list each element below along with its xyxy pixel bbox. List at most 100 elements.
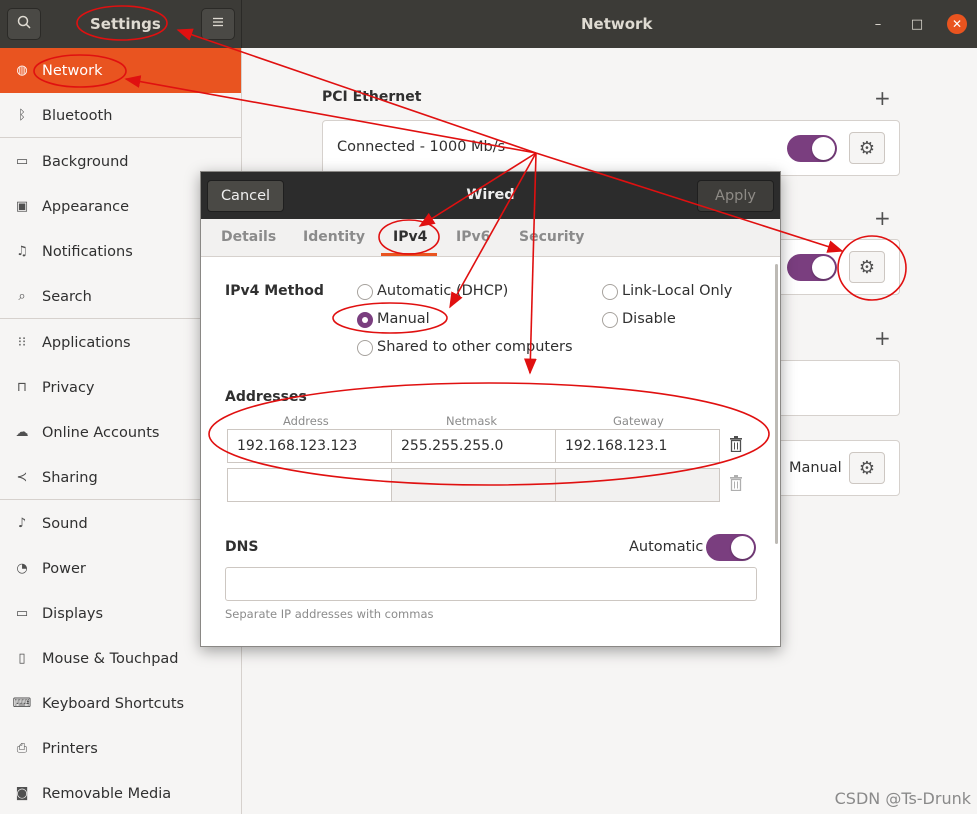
tab-security[interactable]: Security xyxy=(519,229,584,245)
gateway-field-empty[interactable] xyxy=(555,468,720,502)
dialog-scrollbar[interactable] xyxy=(775,264,778,544)
address-column-header: Address xyxy=(283,414,329,428)
printer-icon: ⎙ xyxy=(16,741,28,756)
add-vpn-button[interactable]: + xyxy=(874,206,891,230)
dns-hint: Separate IP addresses with commas xyxy=(225,607,434,621)
dns-automatic-toggle[interactable] xyxy=(706,534,756,561)
gateway-field[interactable]: 192.168.123.1 xyxy=(555,429,720,463)
wired-connection-card: Connected - 1000 Mb/s ⚙ xyxy=(322,120,900,176)
watermark: CSDN @Ts-Drunk xyxy=(834,789,971,808)
active-tab-indicator xyxy=(381,253,437,256)
sidebar-item-label: Applications xyxy=(42,334,131,351)
add-ethernet-button[interactable]: + xyxy=(874,86,891,110)
sidebar-item-label: Notifications xyxy=(42,243,133,260)
method-link-local-label[interactable]: Link-Local Only xyxy=(622,283,732,299)
dns-automatic-label: Automatic xyxy=(629,539,704,555)
sidebar-item-label: Mouse & Touchpad xyxy=(42,650,179,667)
tab-ipv4[interactable]: IPv4 xyxy=(393,229,427,245)
dialog-header: Cancel Wired Apply xyxy=(201,172,780,219)
netmask-field[interactable]: 255.255.255.0 xyxy=(391,429,556,463)
power-icon: ◔ xyxy=(16,561,28,576)
sidebar-item-label: Bluetooth xyxy=(42,107,113,124)
sidebar-item-label: Displays xyxy=(42,605,104,622)
sidebar-item-label: Power xyxy=(42,560,86,577)
delete-address-button[interactable] xyxy=(720,429,752,463)
sidebar-item-label: Search xyxy=(42,288,92,305)
method-link-local-radio[interactable] xyxy=(602,284,618,300)
method-manual-radio[interactable] xyxy=(357,312,373,328)
maximize-button[interactable]: □ xyxy=(907,14,927,34)
sidebar-item-label: Sound xyxy=(42,515,88,532)
sidebar-header: Settings xyxy=(0,0,242,48)
sidebar-item-label: Sharing xyxy=(42,469,98,486)
addresses-label: Addresses xyxy=(225,389,307,405)
method-shared-radio[interactable] xyxy=(357,340,373,356)
hamburger-menu-icon xyxy=(212,16,224,32)
wired-settings-button[interactable]: ⚙ xyxy=(849,132,885,164)
plus-icon: + xyxy=(874,206,891,230)
sidebar-item-printers[interactable]: ⎙ Printers xyxy=(0,726,241,771)
proxy-settings-button[interactable]: ⚙ xyxy=(849,452,885,484)
sidebar-item-label: Keyboard Shortcuts xyxy=(42,695,185,712)
keyboard-icon: ⌨ xyxy=(12,696,32,711)
close-button[interactable]: ✕ xyxy=(947,14,967,34)
method-disable-label[interactable]: Disable xyxy=(622,311,676,327)
music-note-icon: ♪ xyxy=(17,516,27,531)
address-field-empty[interactable] xyxy=(227,468,392,502)
cloud-icon: ☁ xyxy=(15,425,29,440)
sidebar-item-keyboard-shortcuts[interactable]: ⌨ Keyboard Shortcuts xyxy=(0,681,241,726)
sidebar-item-label: Online Accounts xyxy=(42,424,160,441)
gear-icon: ⚙ xyxy=(858,137,876,159)
tab-details[interactable]: Details xyxy=(221,229,276,245)
sidebar-item-label: Privacy xyxy=(42,379,95,396)
connection-settings-button[interactable]: ⚙ xyxy=(849,251,885,283)
address-field[interactable]: 192.168.123.123 xyxy=(227,429,392,463)
sidebar-divider xyxy=(0,137,241,138)
method-auto-label[interactable]: Automatic (DHCP) xyxy=(377,283,508,299)
tab-identity[interactable]: Identity xyxy=(303,229,365,245)
bluetooth-icon: ᛒ xyxy=(18,108,26,123)
sidebar-item-bluetooth[interactable]: ᛒ Bluetooth xyxy=(0,93,241,138)
proxy-value: Manual xyxy=(789,460,842,476)
method-manual-label[interactable]: Manual xyxy=(377,311,430,327)
connection-toggle[interactable] xyxy=(787,254,837,281)
method-shared-label[interactable]: Shared to other computers xyxy=(377,339,573,355)
ipv4-method-label: IPv4 Method xyxy=(225,283,324,299)
close-icon: ✕ xyxy=(951,17,963,31)
apply-button[interactable]: Apply xyxy=(697,180,774,212)
toggle-knob xyxy=(812,137,835,160)
dns-input[interactable] xyxy=(225,567,757,601)
ethernet-section-title: PCI Ethernet xyxy=(322,89,422,105)
sidebar-item-network[interactable]: ◍ Network xyxy=(0,48,241,93)
trash-icon xyxy=(729,436,743,456)
menu-button[interactable] xyxy=(201,8,235,40)
sidebar-item-removable-media[interactable]: ◙ Removable Media xyxy=(0,771,241,814)
delete-address-button-disabled[interactable] xyxy=(720,468,752,502)
gear-icon: ⚙ xyxy=(858,256,876,278)
add-connection-button[interactable]: + xyxy=(874,326,891,350)
dialog-title: Wired xyxy=(466,187,515,203)
maximize-icon: □ xyxy=(910,16,924,32)
trash-icon xyxy=(729,475,743,495)
header-bar: Settings Network – □ ✕ xyxy=(0,0,977,48)
mouse-icon: ▯ xyxy=(18,651,26,666)
panel-title: Network xyxy=(581,15,653,33)
netmask-field-empty[interactable] xyxy=(391,468,556,502)
grid-icon: ⁝⁝ xyxy=(17,335,27,350)
minimize-button[interactable]: – xyxy=(868,14,888,34)
globe-icon: ◍ xyxy=(16,63,28,78)
wired-toggle[interactable] xyxy=(787,135,837,162)
toggle-knob xyxy=(731,536,754,559)
tab-ipv6[interactable]: IPv6 xyxy=(456,229,490,245)
minimize-icon: – xyxy=(874,16,882,32)
dialog-tabs: Details Identity IPv4 IPv6 Security xyxy=(201,219,780,257)
share-icon: ≺ xyxy=(16,470,28,485)
method-auto-radio[interactable] xyxy=(357,284,373,300)
method-disable-radio[interactable] xyxy=(602,312,618,328)
dns-label: DNS xyxy=(225,539,259,555)
plus-icon: + xyxy=(874,326,891,350)
lock-icon: ⊓ xyxy=(16,380,28,395)
display-icon: ▭ xyxy=(15,606,29,621)
appearance-icon: ▣ xyxy=(15,199,29,214)
search-button[interactable] xyxy=(7,8,41,40)
